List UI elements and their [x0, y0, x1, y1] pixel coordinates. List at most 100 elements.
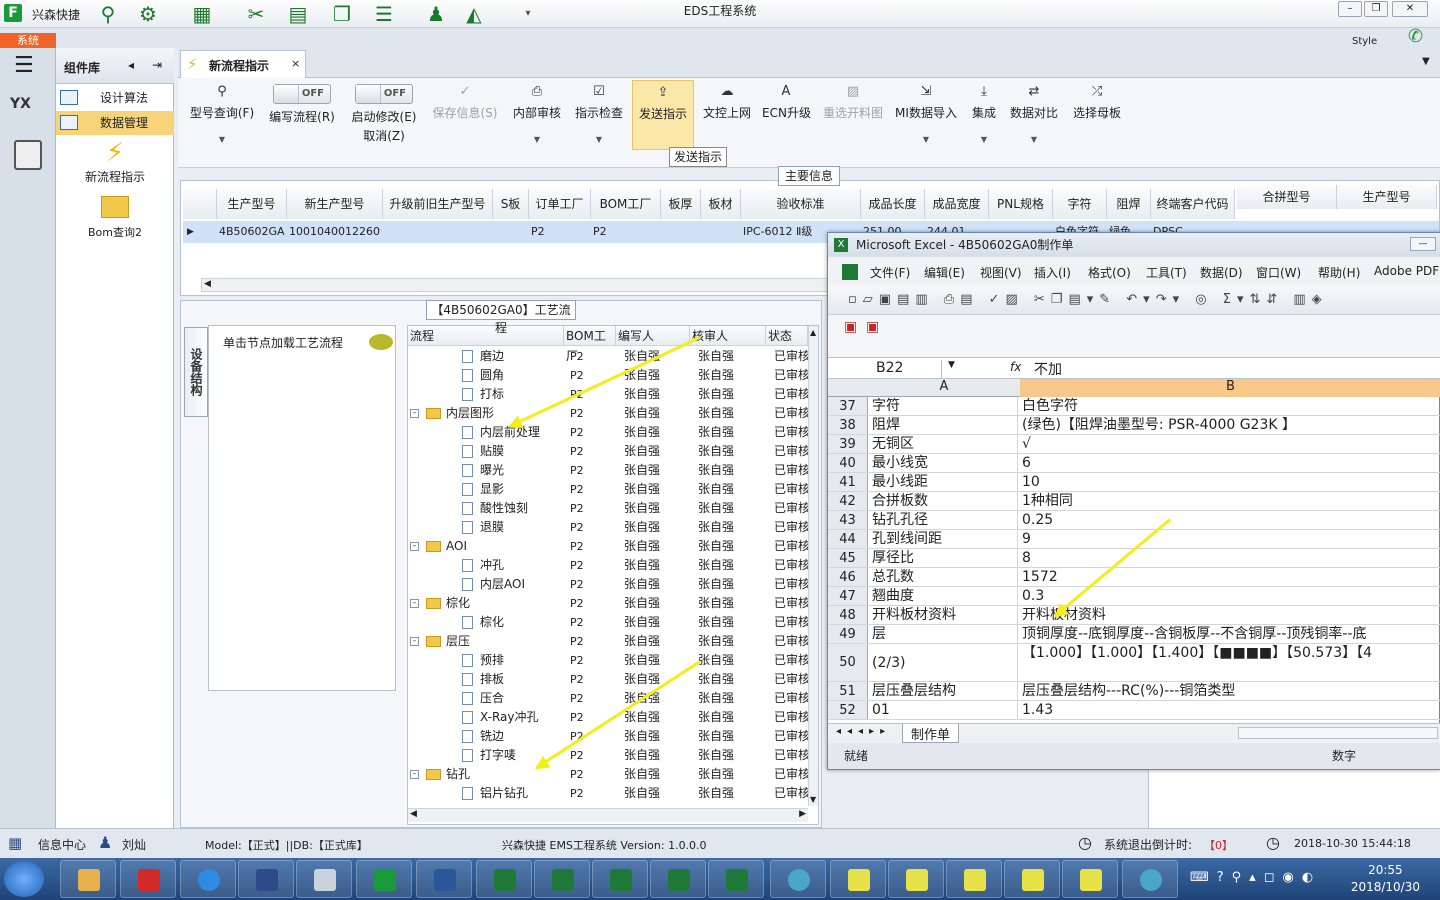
scroll-up-icon[interactable]: ▲: [810, 328, 816, 337]
column-header[interactable]: 成品长度: [861, 189, 925, 219]
sheet-row[interactable]: 52 01 1.43: [828, 701, 1440, 720]
node-name[interactable]: 内层AOI: [480, 575, 525, 594]
status-cell[interactable]: 已审核: [774, 480, 810, 499]
node-name[interactable]: 压合: [480, 689, 504, 708]
sheet-row[interactable]: 43 钻孔孔径 0.25: [828, 511, 1440, 530]
checker-cell[interactable]: 张自强: [698, 461, 734, 480]
factory-cell[interactable]: P2: [570, 556, 584, 575]
taskbar-excel[interactable]: [534, 860, 590, 898]
writer-cell[interactable]: 张自强: [624, 708, 660, 727]
factory-cell[interactable]: P2: [570, 708, 584, 727]
checker-cell[interactable]: 张自强: [698, 366, 734, 385]
status-cell[interactable]: 已审核: [774, 347, 810, 366]
cell-a[interactable]: 钻孔孔径: [870, 511, 1018, 529]
column-header[interactable]: PNL规格: [989, 189, 1053, 219]
taskbar-excel[interactable]: [592, 860, 648, 898]
row-number[interactable]: 39: [828, 435, 868, 453]
node-name[interactable]: 铣边: [480, 727, 504, 746]
tree-row[interactable]: 内层前处理P2张自强张自强已审核: [408, 423, 810, 442]
factory-cell[interactable]: P2: [570, 347, 584, 366]
table-cell[interactable]: [491, 221, 527, 243]
launcher-new-flow[interactable]: ⚡ 新流程指示: [56, 138, 174, 188]
scroll-right-icon[interactable]: ▶: [799, 809, 806, 819]
start-button[interactable]: [4, 861, 44, 897]
factory-cell[interactable]: P2: [570, 518, 584, 537]
factory-cell[interactable]: P2: [570, 765, 584, 784]
menu-data[interactable]: 数据(D): [1200, 264, 1243, 281]
row-number[interactable]: 46: [828, 568, 868, 586]
factory-cell[interactable]: P2: [570, 651, 584, 670]
minimize-button[interactable]: —: [1410, 237, 1436, 251]
cell-a[interactable]: 层压叠层结构: [870, 682, 1018, 700]
writer-cell[interactable]: 张自强: [624, 404, 660, 423]
checker-cell[interactable]: 张自强: [698, 727, 734, 746]
doc-control-online-button[interactable]: ☁ 文控上网: [698, 84, 756, 121]
checker-cell[interactable]: 张自强: [698, 651, 734, 670]
tree-folder-row[interactable]: - 钻孔 P2 张自强 张自强 已审核: [408, 765, 810, 784]
sheet-row[interactable]: 49 层顶铜厚度--底铜厚度--含铜板厚--不含铜厚--顶残铜率--底: [828, 625, 1440, 644]
off-switch[interactable]: OFF: [355, 84, 413, 104]
row-number[interactable]: 42: [828, 492, 868, 510]
row-number[interactable]: 44: [828, 530, 868, 548]
cell-a[interactable]: 层: [870, 625, 1018, 643]
sheet-row[interactable]: 41 最小线距 10: [828, 473, 1440, 492]
taskbar-app[interactable]: [830, 860, 886, 898]
collapse-left-icon[interactable]: ◂: [128, 58, 134, 72]
menu-adobe-pdf[interactable]: Adobe PDF: [1374, 264, 1439, 278]
tree-folder-row[interactable]: - 层压 P2 张自强 张自强 已审核: [408, 632, 810, 651]
cell-b[interactable]: (绿色)【阻焊油墨型号: PSR-4000 G23K 】: [1020, 416, 1440, 434]
writer-cell[interactable]: 张自强: [624, 480, 660, 499]
taskbar-app[interactable]: [888, 860, 944, 898]
status-cell[interactable]: 已审核: [774, 366, 810, 385]
table-cell[interactable]: P2: [527, 221, 589, 243]
row-number[interactable]: 41: [828, 473, 868, 491]
column-header-a[interactable]: A: [870, 379, 1018, 394]
writer-cell[interactable]: 张自强: [624, 442, 660, 461]
cell-b[interactable]: √: [1020, 435, 1440, 453]
status-cell[interactable]: 已审核: [774, 537, 810, 556]
status-cell[interactable]: 已审核: [774, 385, 810, 404]
node-name[interactable]: 酸性蚀刻: [480, 499, 528, 518]
save-info-button[interactable]: ✓ 保存信息(S): [430, 84, 500, 121]
status-cell[interactable]: 已审核: [774, 423, 810, 442]
tree-folder-row[interactable]: - AOI P2 张自强 张自强 已审核: [408, 537, 810, 556]
menu-help[interactable]: 帮助(H): [1318, 264, 1360, 281]
tree-row[interactable]: 退膜 P2 张自强 张自强 已审核: [408, 518, 810, 537]
nav-item-data-management[interactable]: 数据管理: [56, 111, 174, 135]
taskbar-ie[interactable]: [180, 860, 236, 898]
tree-row[interactable]: 冲孔 P2 张自强 张自强 已审核: [408, 556, 810, 575]
checker-cell[interactable]: 张自强: [698, 613, 734, 632]
cell-a[interactable]: 开料板材资料: [870, 606, 1018, 624]
scroll-left-icon[interactable]: ◀: [410, 809, 417, 819]
status-cell[interactable]: 已审核: [774, 670, 810, 689]
writer-cell[interactable]: 张自强: [624, 461, 660, 480]
cell-b[interactable]: 层压叠层结构---RC(%)---铜箔类型: [1020, 682, 1440, 700]
taskbar-eds[interactable]: [356, 860, 412, 898]
tree-row[interactable]: 酸性蚀刻 P2 张自强 张自强 已审核: [408, 499, 810, 518]
style-label[interactable]: Style: [1352, 36, 1377, 47]
checker-cell[interactable]: 张自强: [698, 632, 734, 651]
cell-b[interactable]: 顶铜厚度--底铜厚度--含铜板厚--不含铜厚--顶残铜率--底: [1020, 625, 1440, 643]
integrate-button[interactable]: ⤓ 集成 ▼: [966, 84, 1002, 144]
tree-row[interactable]: 曝光 P2 张自强 张自强 已审核: [408, 461, 810, 480]
sheet-row[interactable]: 37 字符 白色字符: [828, 397, 1440, 416]
row-number[interactable]: 43: [828, 511, 868, 529]
excel-window[interactable]: X Microsoft Excel - 4B50602GA0制作单 — 文件(F…: [827, 232, 1440, 770]
row-number[interactable]: 45: [828, 549, 868, 567]
status-cell[interactable]: 已审核: [774, 404, 810, 423]
table-cell[interactable]: [381, 221, 491, 243]
toolbar-icons[interactable]: ▫▱▣▤▥ ⎙▤ ✓▨ ✂❐▤▾✎ ↶▾↷▾ ◎ Σ▾⇅⇵ ▥◈: [848, 292, 1328, 307]
status-cell[interactable]: 已审核: [774, 556, 810, 575]
cell-b[interactable]: 开料板材资料: [1020, 606, 1440, 624]
taskbar-app[interactable]: [1062, 860, 1118, 898]
tree-row[interactable]: 打标P2张自强张自强已审核: [408, 385, 810, 404]
node-name[interactable]: 钻孔: [446, 765, 470, 784]
checker-cell[interactable]: 张自强: [698, 499, 734, 518]
tree-row[interactable]: 铣边 P2 张自强 张自强 已审核: [408, 727, 810, 746]
checker-cell[interactable]: 张自强: [698, 746, 734, 765]
mi-data-import-button[interactable]: ⇲ MI数据导入 ▼: [894, 84, 958, 144]
checker-cell[interactable]: 张自强: [698, 708, 734, 727]
node-name[interactable]: 圆角: [480, 366, 504, 385]
checker-cell[interactable]: 张自强: [698, 480, 734, 499]
instruction-check-button[interactable]: ☑ 指示检查 ▼: [572, 84, 626, 144]
